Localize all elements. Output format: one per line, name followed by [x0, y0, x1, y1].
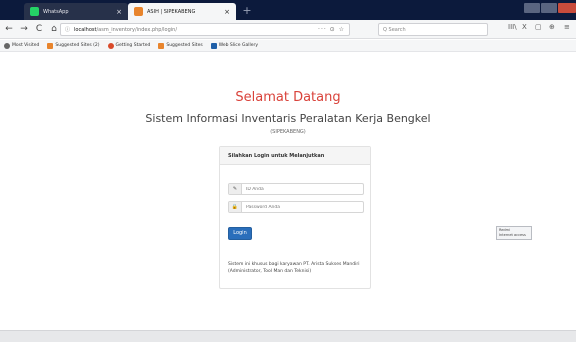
library-icon[interactable]: III\ [508, 23, 517, 31]
page-favicon-icon [134, 7, 143, 16]
site-info-icon[interactable]: ⓘ [65, 26, 70, 33]
page-actions-icons[interactable]: ··· ⊙ ☆ [318, 26, 345, 33]
bookmark-suggested-sites[interactable]: Suggested Sites [158, 42, 203, 49]
page-content: Selamat Datang Sistem Informasi Inventar… [0, 52, 576, 342]
id-field[interactable]: ✎ [228, 183, 364, 195]
firefox-icon [107, 42, 114, 49]
system-title: Sistem Informasi Inventaris Peralatan Ke… [145, 112, 431, 125]
password-field[interactable]: 🔒 [228, 201, 364, 213]
bookmark-web-slice-gallery[interactable]: Web Slice Gallery [210, 42, 258, 49]
bookmark-getting-started[interactable]: Getting Started [107, 42, 150, 49]
whatsapp-icon [30, 7, 39, 16]
bookmark-favicon-icon [47, 42, 54, 49]
search-placeholder: Q Search [383, 26, 406, 33]
close-icon[interactable]: × [116, 8, 122, 16]
browser-titlebar: WhatsApp × ASIH | SIPEKABENG × + [0, 0, 576, 20]
url-host: localhost [74, 26, 97, 33]
bookmark-favicon-icon [158, 42, 165, 49]
tab-label: WhatsApp [43, 8, 69, 15]
home-button[interactable]: ⌂ [48, 23, 60, 35]
back-button[interactable]: ← [3, 23, 15, 35]
reload-button[interactable]: C [33, 23, 45, 35]
bookmark-most-visited[interactable]: Most Visited [4, 42, 39, 49]
web-slice-icon [210, 42, 217, 49]
screenshot-icon[interactable]: ▢ [535, 23, 542, 31]
lock-icon: 🔒 [229, 202, 242, 212]
tab-sipekabeng[interactable]: ASIH | SIPEKABENG × [128, 3, 236, 20]
extension-x-icon[interactable]: X [522, 23, 527, 31]
new-tab-button[interactable]: + [240, 4, 254, 18]
menu-icon[interactable]: ≡ [564, 23, 570, 31]
bottom-strip [0, 330, 576, 342]
id-input[interactable] [242, 186, 352, 192]
tab-whatsapp[interactable]: WhatsApp × [24, 3, 128, 20]
tab-label: ASIH | SIPEKABENG [147, 8, 196, 15]
login-panel: Silahkan Login untuk Melanjutkan ✎ 🔒 Log… [219, 146, 371, 289]
forward-button[interactable]: → [18, 23, 30, 35]
login-panel-heading: Silahkan Login untuk Melanjutkan [220, 147, 370, 165]
url-path: /asm_inventory/index.php/login/ [96, 26, 178, 33]
window-close-button[interactable] [558, 3, 576, 13]
bookmarks-bar: Most Visited Suggested Sites (2) Getting… [0, 40, 576, 52]
network-popup: Redmi Internet access [496, 226, 532, 240]
maximize-button[interactable] [541, 3, 557, 13]
gear-icon [4, 42, 10, 49]
welcome-heading: Selamat Datang [235, 90, 341, 105]
close-icon[interactable]: × [224, 8, 230, 16]
network-status: Internet access [499, 233, 526, 237]
url-bar[interactable]: ⓘ localhost /asm_inventory/index.php/log… [60, 23, 350, 36]
password-input[interactable] [242, 204, 352, 210]
login-button[interactable]: Login [228, 227, 252, 240]
pencil-icon: ✎ [229, 184, 242, 194]
system-subtitle: (SIPEKABENG) [270, 129, 306, 135]
login-note: Sistem ini khusus bagi karyawan PT. Aris… [228, 262, 360, 274]
bookmark-suggested-sites-2[interactable]: Suggested Sites (2) [47, 42, 100, 49]
minimize-button[interactable] [524, 3, 540, 13]
addon-icon[interactable]: ⊕ [549, 23, 555, 31]
navigation-bar: ← → C ⌂ ⓘ localhost /asm_inventory/index… [0, 20, 576, 39]
search-bar[interactable]: Q Search [378, 23, 488, 36]
